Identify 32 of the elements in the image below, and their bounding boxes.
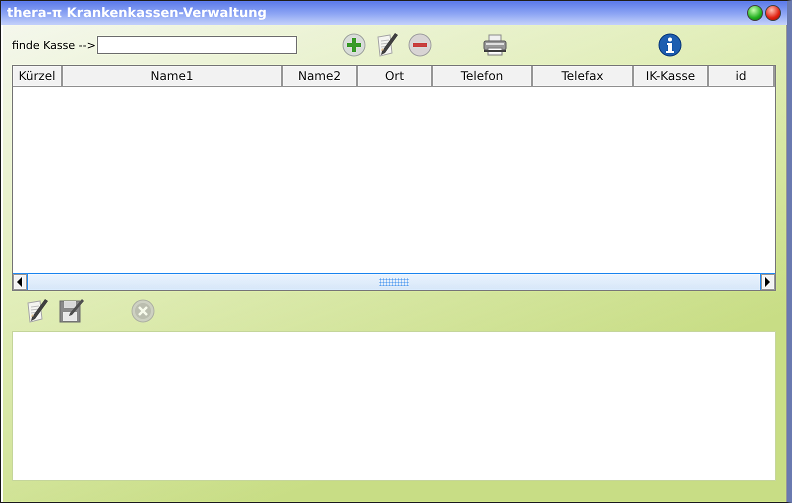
edit-button[interactable] [374, 32, 399, 58]
column-header[interactable]: Telefon [433, 66, 533, 87]
column-header[interactable]: Ort [358, 66, 433, 87]
add-button[interactable] [342, 33, 366, 57]
column-header[interactable]: Name2 [283, 66, 358, 87]
pencil-icon [25, 298, 49, 324]
remove-button[interactable] [408, 33, 432, 57]
floppy-disk-icon [58, 298, 84, 324]
save-button[interactable] [58, 298, 84, 324]
info-button[interactable] [658, 33, 682, 57]
search-label: finde Kasse --> [12, 38, 96, 52]
print-button[interactable] [482, 33, 508, 57]
pencil-icon [374, 32, 399, 58]
left-arrow-icon [17, 277, 23, 287]
column-header[interactable]: Telefax [533, 66, 634, 87]
column-header[interactable]: IK-Kasse [634, 66, 709, 87]
close-icon [131, 299, 155, 323]
column-header[interactable]: Kürzel [13, 66, 63, 87]
scroll-right-button[interactable] [761, 274, 775, 290]
search-field[interactable] [96, 36, 297, 54]
right-arrow-icon [765, 277, 771, 287]
column-header[interactable]: id [709, 66, 775, 87]
column-header[interactable]: Name1 [63, 66, 283, 87]
maximize-button[interactable] [747, 5, 763, 21]
info-icon [658, 33, 682, 57]
printer-icon [482, 33, 508, 57]
close-button[interactable] [765, 5, 781, 21]
minus-icon [408, 33, 432, 57]
edit-button[interactable] [25, 298, 49, 324]
scroll-left-button[interactable] [13, 274, 27, 290]
window-title: thera-π Krankenkassen-Verwaltung [7, 6, 268, 20]
plus-icon [342, 33, 366, 57]
